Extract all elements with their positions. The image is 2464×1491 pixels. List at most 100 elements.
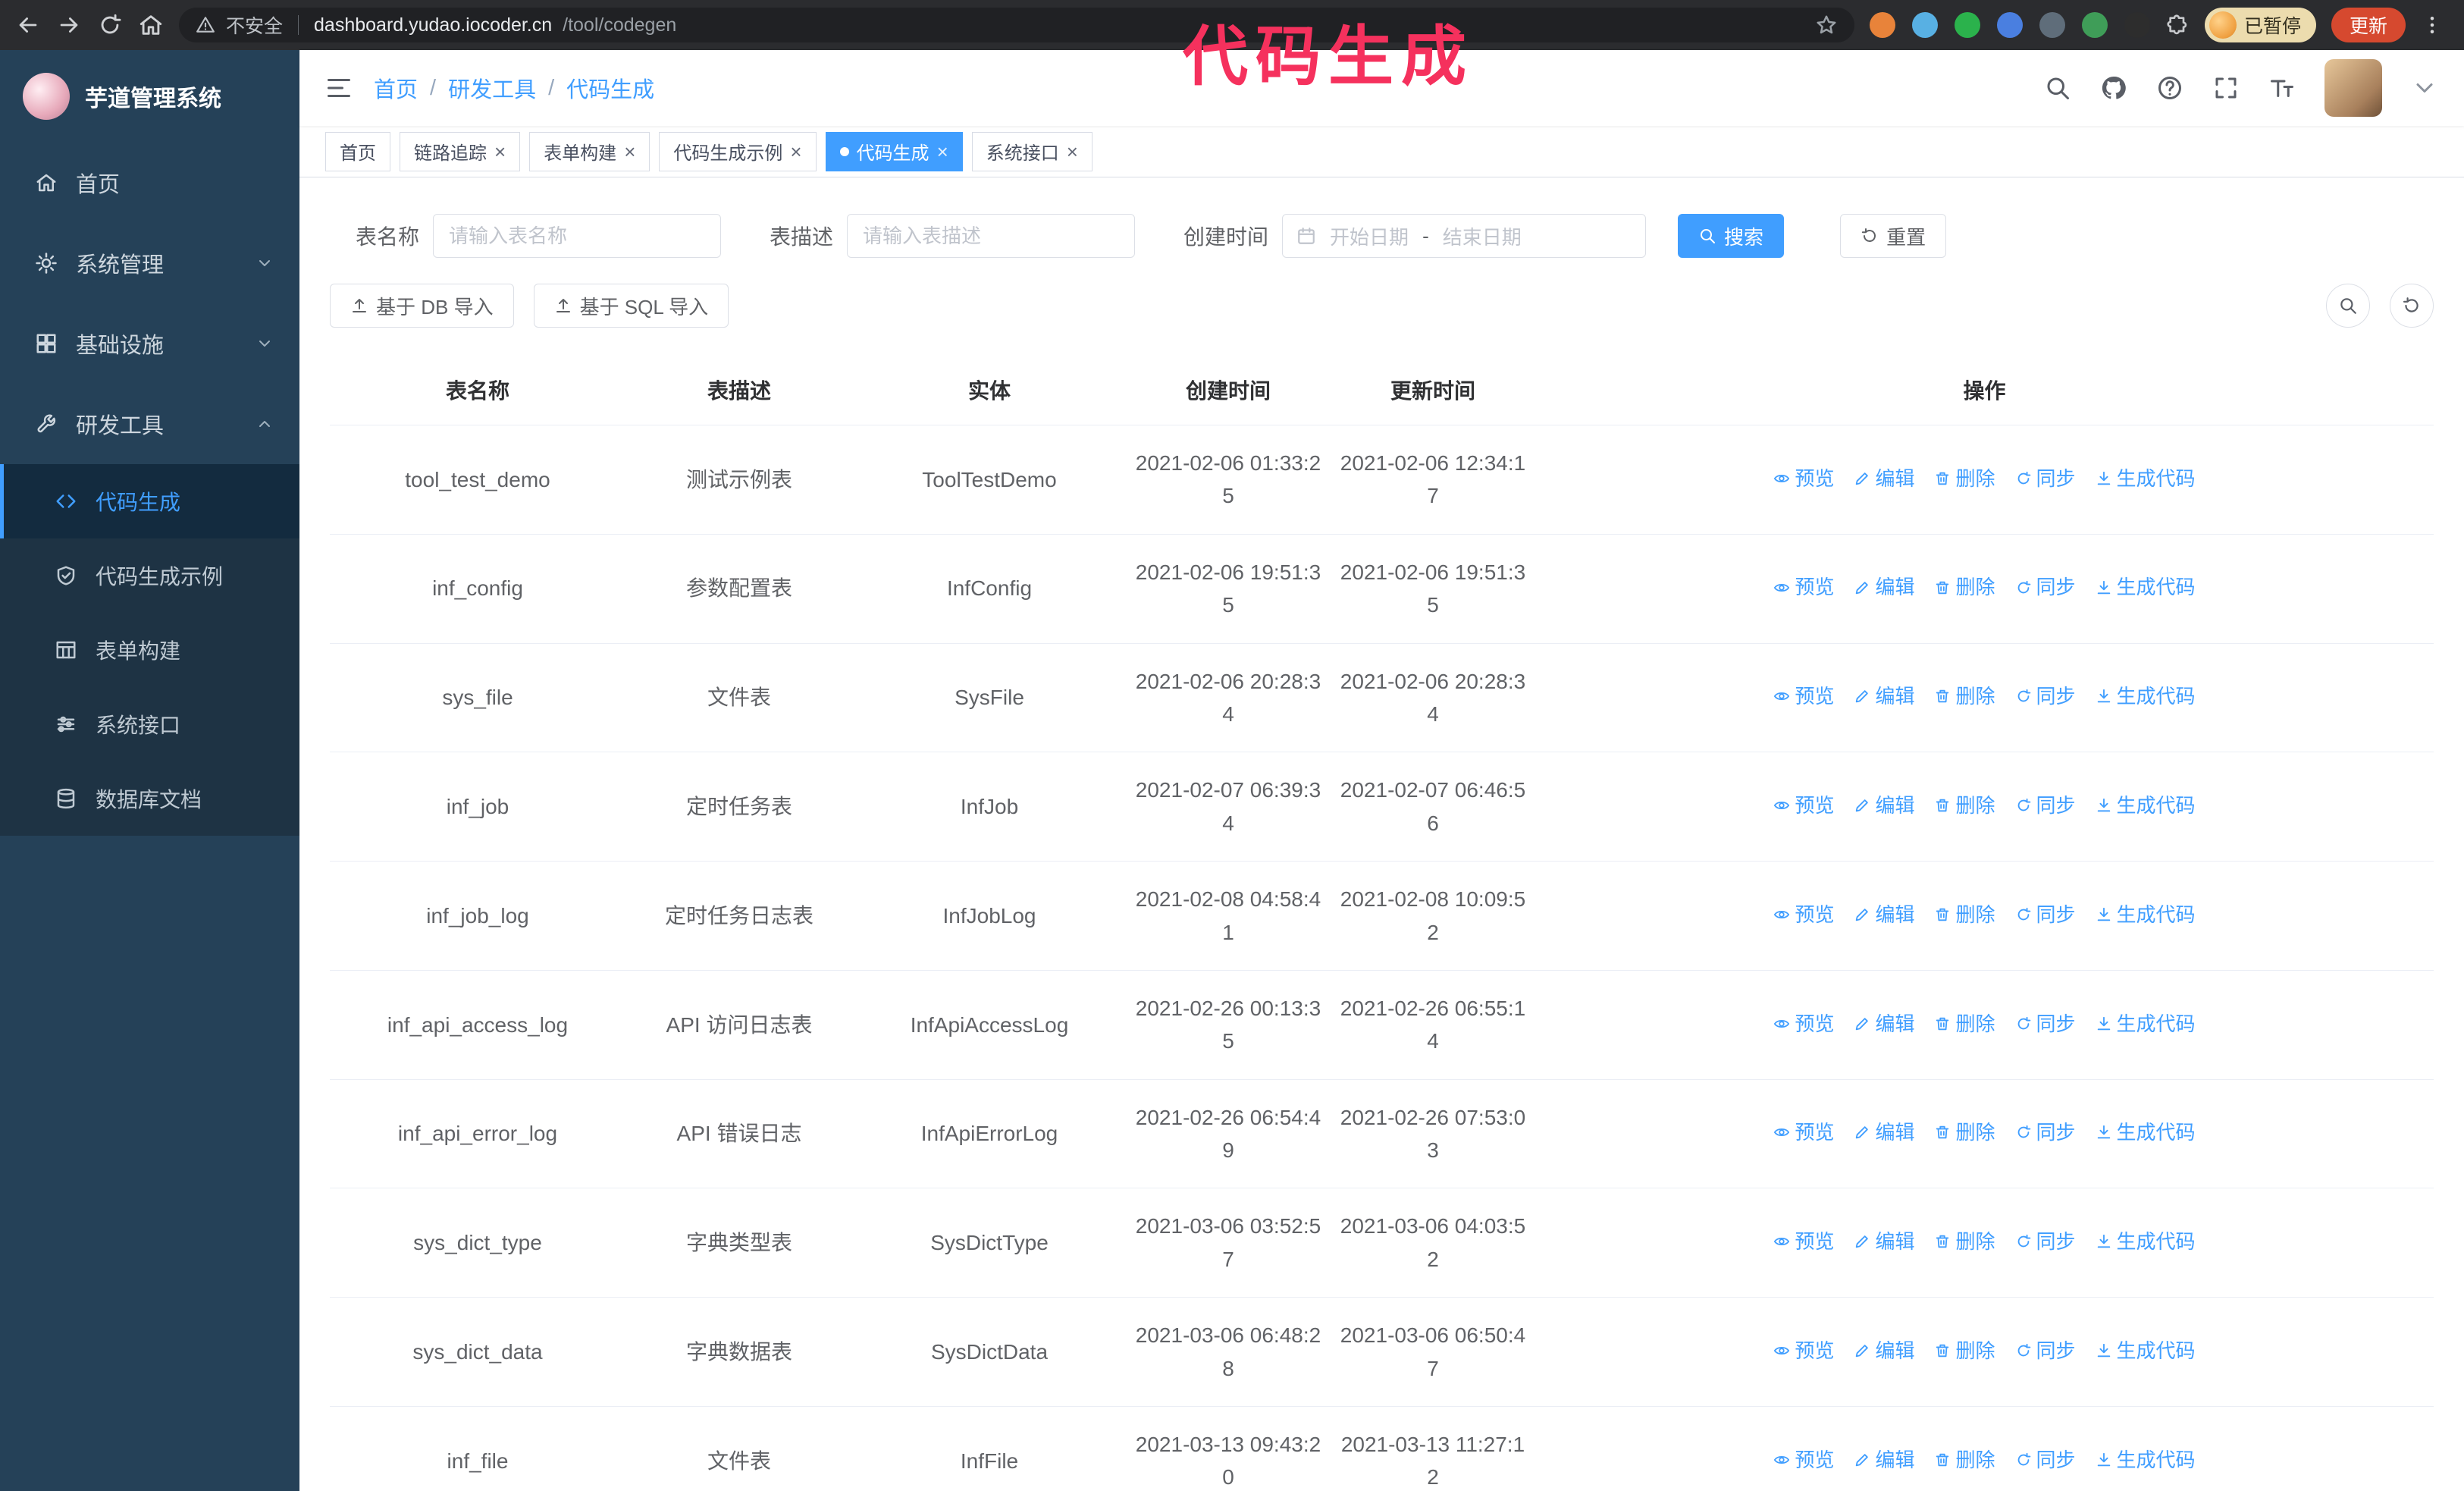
edit-link[interactable]: 编辑 (1854, 572, 1914, 602)
delete-link[interactable]: 删除 (1934, 899, 1995, 930)
close-icon[interactable]: × (1067, 142, 1078, 162)
browser-update-button[interactable]: 更新 (2331, 8, 2406, 42)
extension-gray-icon[interactable] (2039, 12, 2065, 38)
edit-link[interactable]: 编辑 (1854, 1009, 1914, 1039)
edit-link[interactable]: 编辑 (1854, 1117, 1914, 1147)
sidebar-item-system[interactable]: 系统管理 (0, 223, 299, 303)
delete-link[interactable]: 删除 (1934, 681, 1995, 711)
delete-link[interactable]: 删除 (1934, 1009, 1995, 1039)
extension-green-check-icon[interactable] (1955, 12, 1980, 38)
close-icon[interactable]: × (494, 142, 506, 162)
sidebar-toggle-icon[interactable] (325, 74, 353, 102)
security-warning-icon[interactable] (196, 15, 215, 35)
extension-orange-icon[interactable] (1870, 12, 1895, 38)
home-icon[interactable] (138, 12, 164, 38)
sync-link[interactable]: 同步 (2015, 1336, 2076, 1366)
fullscreen-icon[interactable] (2212, 74, 2240, 102)
generate-link[interactable]: 生成代码 (2096, 1445, 2196, 1475)
sync-link[interactable]: 同步 (2015, 1009, 2076, 1039)
browser-menu-icon[interactable] (2421, 14, 2444, 36)
sidebar-item-infra[interactable]: 基础设施 (0, 303, 299, 384)
edit-link[interactable]: 编辑 (1854, 899, 1914, 930)
profile-chip[interactable]: 已暂停 (2205, 8, 2317, 42)
sync-link[interactable]: 同步 (2015, 790, 2076, 821)
table-name-input[interactable] (433, 214, 722, 258)
edit-link[interactable]: 编辑 (1854, 1445, 1914, 1475)
app-logo[interactable]: 芋道管理系统 (0, 50, 299, 143)
close-icon[interactable]: × (790, 142, 801, 162)
edit-link[interactable]: 编辑 (1854, 790, 1914, 821)
end-date-placeholder[interactable]: 结束日期 (1443, 222, 1522, 250)
extension-black-icon[interactable] (2124, 12, 2150, 38)
sidebar-item-api[interactable]: 系统接口 (0, 687, 299, 761)
user-avatar[interactable] (2324, 59, 2382, 117)
preview-link[interactable]: 预览 (1773, 1117, 1834, 1147)
github-icon[interactable] (2100, 74, 2127, 102)
delete-link[interactable]: 删除 (1934, 572, 1995, 602)
sidebar-item-db-doc[interactable]: 数据库文档 (0, 761, 299, 836)
back-icon[interactable] (15, 12, 41, 38)
generate-link[interactable]: 生成代码 (2096, 899, 2196, 930)
generate-link[interactable]: 生成代码 (2096, 1117, 2196, 1147)
close-icon[interactable]: × (624, 142, 635, 162)
edit-link[interactable]: 编辑 (1854, 681, 1914, 711)
import-db-button[interactable]: 基于 DB 导入 (330, 284, 514, 328)
tab-0[interactable]: 首页 (325, 131, 390, 171)
sync-link[interactable]: 同步 (2015, 1117, 2076, 1147)
reset-button[interactable]: 重置 (1840, 214, 1947, 258)
toggle-search-button[interactable] (2326, 284, 2370, 328)
preview-link[interactable]: 预览 (1773, 899, 1834, 930)
delete-link[interactable]: 删除 (1934, 1117, 1995, 1147)
font-size-icon[interactable] (2268, 74, 2296, 102)
tab-5[interactable]: 系统接口 × (971, 131, 1092, 171)
preview-link[interactable]: 预览 (1773, 463, 1834, 494)
tab-3[interactable]: 代码生成示例 × (659, 131, 817, 171)
tab-4[interactable]: 代码生成 × (825, 131, 963, 171)
tab-1[interactable]: 链路追踪 × (400, 131, 521, 171)
delete-link[interactable]: 删除 (1934, 1226, 1995, 1257)
delete-link[interactable]: 删除 (1934, 463, 1995, 494)
preview-link[interactable]: 预览 (1773, 1445, 1834, 1475)
close-icon[interactable]: × (937, 142, 948, 162)
address-bar[interactable]: 不安全 dashboard.yudao.iocoder.cn/tool/code… (179, 8, 1854, 42)
chevron-down-icon[interactable] (2411, 74, 2438, 102)
edit-link[interactable]: 编辑 (1854, 1226, 1914, 1257)
sync-link[interactable]: 同步 (2015, 1226, 2076, 1257)
delete-link[interactable]: 删除 (1934, 790, 1995, 821)
date-range-picker[interactable]: 开始日期 - 结束日期 (1282, 214, 1647, 258)
sync-link[interactable]: 同步 (2015, 572, 2076, 602)
generate-link[interactable]: 生成代码 (2096, 790, 2196, 821)
start-date-placeholder[interactable]: 开始日期 (1330, 222, 1409, 250)
generate-link[interactable]: 生成代码 (2096, 463, 2196, 494)
table-desc-input[interactable] (847, 214, 1136, 258)
breadcrumb-home[interactable]: 首页 (374, 72, 418, 104)
preview-link[interactable]: 预览 (1773, 572, 1834, 602)
delete-link[interactable]: 删除 (1934, 1336, 1995, 1366)
generate-link[interactable]: 生成代码 (2096, 572, 2196, 602)
extensions-puzzle-icon[interactable] (2165, 13, 2190, 37)
refresh-table-button[interactable] (2390, 284, 2434, 328)
help-icon[interactable] (2156, 74, 2183, 102)
breadcrumb-devtools[interactable]: 研发工具 (448, 72, 536, 104)
edit-link[interactable]: 编辑 (1854, 1336, 1914, 1366)
generate-link[interactable]: 生成代码 (2096, 681, 2196, 711)
forward-icon[interactable] (56, 12, 82, 38)
generate-link[interactable]: 生成代码 (2096, 1336, 2196, 1366)
search-button[interactable]: 搜索 (1678, 214, 1785, 258)
edit-link[interactable]: 编辑 (1854, 463, 1914, 494)
preview-link[interactable]: 预览 (1773, 681, 1834, 711)
sync-link[interactable]: 同步 (2015, 1445, 2076, 1475)
preview-link[interactable]: 预览 (1773, 1009, 1834, 1039)
sidebar-item-codegen-example[interactable]: 代码生成示例 (0, 538, 299, 613)
extension-green-leaf-icon[interactable] (2082, 12, 2108, 38)
tab-2[interactable]: 表单构建 × (529, 131, 650, 171)
sync-link[interactable]: 同步 (2015, 899, 2076, 930)
delete-link[interactable]: 删除 (1934, 1445, 1995, 1475)
generate-link[interactable]: 生成代码 (2096, 1009, 2196, 1039)
header-search-icon[interactable] (2044, 74, 2071, 102)
preview-link[interactable]: 预览 (1773, 1226, 1834, 1257)
extension-blue-users-icon[interactable] (1997, 12, 2023, 38)
sidebar-item-home[interactable]: 首页 (0, 143, 299, 223)
sync-link[interactable]: 同步 (2015, 463, 2076, 494)
sync-link[interactable]: 同步 (2015, 681, 2076, 711)
